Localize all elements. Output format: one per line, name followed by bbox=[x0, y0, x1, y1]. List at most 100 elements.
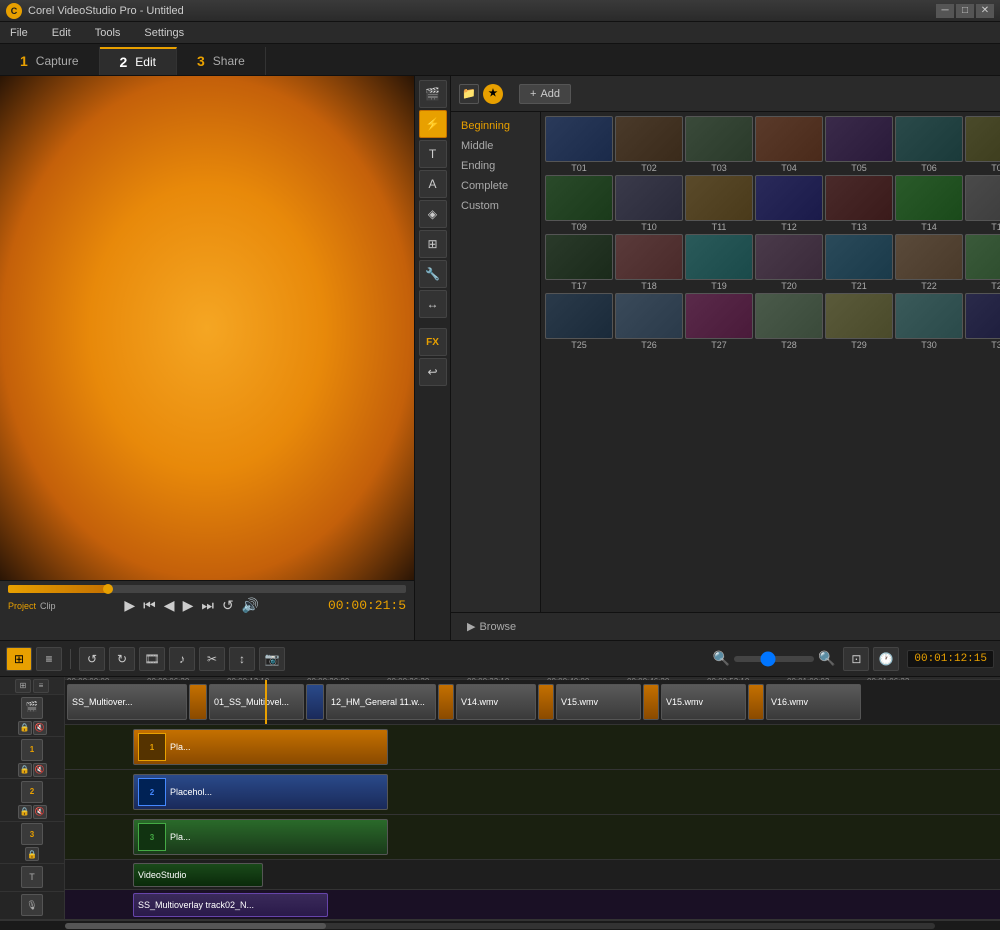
voice-clip[interactable]: SS_Multioverlay track02_N... bbox=[133, 893, 328, 917]
thumb-T03[interactable]: T03 bbox=[685, 116, 753, 173]
thumb-T01[interactable]: T01 bbox=[545, 116, 613, 173]
title-clip[interactable]: VideoStudio bbox=[133, 863, 263, 887]
tl-redo-btn[interactable]: ↻ bbox=[109, 647, 135, 671]
prev-frame-button[interactable]: ⏮ bbox=[141, 597, 158, 614]
tl-motion-btn[interactable]: ↕ bbox=[229, 647, 255, 671]
thumb-T18[interactable]: T18 bbox=[615, 234, 683, 291]
thumb-T19[interactable]: T19 bbox=[685, 234, 753, 291]
voice-track-icon[interactable]: 🎙 bbox=[21, 894, 43, 916]
thumb-T02[interactable]: T02 bbox=[615, 116, 683, 173]
thumb-T22[interactable]: T22 bbox=[895, 234, 963, 291]
thumb-T23[interactable]: T23 bbox=[965, 234, 1000, 291]
step-forward-button[interactable]: ▶ bbox=[181, 597, 196, 614]
thumb-T04[interactable]: T04 bbox=[755, 116, 823, 173]
tl-insert-btn[interactable]: 🎞 bbox=[139, 647, 165, 671]
thumb-T15[interactable]: T15 bbox=[965, 175, 1000, 232]
tool-effects[interactable]: ⊞ bbox=[419, 230, 447, 258]
tl-snapshot-btn[interactable]: 📷 bbox=[259, 647, 285, 671]
overlay3-icon[interactable]: 3 bbox=[21, 823, 43, 845]
thumb-T31[interactable]: T31 bbox=[965, 293, 1000, 350]
thumb-T30[interactable]: T30 bbox=[895, 293, 963, 350]
add-button[interactable]: + Add bbox=[519, 84, 571, 104]
volume-button[interactable]: 🔊 bbox=[240, 597, 261, 614]
overlay2-clip[interactable]: 2 Placehol... bbox=[133, 774, 388, 810]
tool-instant[interactable]: ⚡ bbox=[419, 110, 447, 138]
tl-audio-btn[interactable]: ♪ bbox=[169, 647, 195, 671]
thumb-T12[interactable]: T12 bbox=[755, 175, 823, 232]
tool-transitions[interactable]: ◈ bbox=[419, 200, 447, 228]
clip-mode-label[interactable]: Clip bbox=[40, 601, 56, 611]
clip-01-ss[interactable]: 01_SS_Multiovel... bbox=[209, 684, 304, 720]
title-track-icon[interactable]: T bbox=[21, 866, 43, 888]
transition-4[interactable] bbox=[538, 684, 554, 720]
transition-1[interactable] bbox=[189, 684, 207, 720]
transition-2[interactable] bbox=[306, 684, 324, 720]
thumb-T05[interactable]: T05 bbox=[825, 116, 893, 173]
zoom-out-icon[interactable]: 🔍 bbox=[713, 650, 730, 667]
thumb-T10[interactable]: T10 bbox=[615, 175, 683, 232]
transition-3[interactable] bbox=[438, 684, 454, 720]
overlay2-lock-icon[interactable]: 🔒 bbox=[18, 805, 32, 819]
overlay3-lock-icon[interactable]: 🔒 bbox=[25, 847, 39, 861]
cat-complete[interactable]: Complete bbox=[451, 176, 540, 196]
overlay2-icon[interactable]: 2 bbox=[21, 781, 43, 803]
menu-settings[interactable]: Settings bbox=[140, 25, 188, 41]
transition-5[interactable] bbox=[643, 684, 659, 720]
tab-capture[interactable]: 1 Capture bbox=[0, 47, 100, 75]
thumb-T27[interactable]: T27 bbox=[685, 293, 753, 350]
overlay1-lock-icon[interactable]: 🔒 bbox=[18, 763, 32, 777]
step-back-button[interactable]: ◀ bbox=[162, 597, 177, 614]
browse-button[interactable]: ▶ Browse bbox=[467, 620, 516, 633]
thumb-T09[interactable]: T09 bbox=[545, 175, 613, 232]
project-mode-label[interactable]: Project bbox=[8, 601, 36, 611]
transition-6[interactable] bbox=[748, 684, 764, 720]
tab-share[interactable]: 3 Share bbox=[177, 47, 266, 75]
window-controls[interactable]: ─ □ ✕ bbox=[936, 4, 994, 18]
overlay2-mute-icon[interactable]: 🔇 bbox=[33, 805, 47, 819]
minimize-button[interactable]: ─ bbox=[936, 4, 954, 18]
tl-trim-btn[interactable]: ✂ bbox=[199, 647, 225, 671]
overlay3-clip[interactable]: 3 Pla... bbox=[133, 819, 388, 855]
menu-file[interactable]: File bbox=[6, 25, 32, 41]
thumb-T17[interactable]: T17 bbox=[545, 234, 613, 291]
main-track-icon[interactable]: 🎬 bbox=[21, 697, 43, 719]
scrollbar-thumb[interactable] bbox=[65, 923, 326, 929]
tool-titles[interactable]: T bbox=[419, 140, 447, 168]
scrubber-thumb[interactable] bbox=[103, 584, 113, 594]
tl-undo-btn[interactable]: ↺ bbox=[79, 647, 105, 671]
maximize-button[interactable]: □ bbox=[956, 4, 974, 18]
lock-icon[interactable]: 🔒 bbox=[18, 721, 32, 735]
next-frame-button[interactable]: ⏭ bbox=[199, 597, 216, 614]
tab-edit[interactable]: 2 Edit bbox=[100, 47, 177, 75]
thumb-T21[interactable]: T21 bbox=[825, 234, 893, 291]
clip-v15b[interactable]: V15.wmv bbox=[661, 684, 746, 720]
clip-ss-multi[interactable]: SS_Multiover... bbox=[67, 684, 187, 720]
zoom-slider[interactable] bbox=[734, 656, 814, 662]
overlay1-mute-icon[interactable]: 🔇 bbox=[33, 763, 47, 777]
tool-graphics[interactable]: 🔧 bbox=[419, 260, 447, 288]
menu-tools[interactable]: Tools bbox=[91, 25, 125, 41]
thumb-T14[interactable]: T14 bbox=[895, 175, 963, 232]
clip-v14[interactable]: V14.wmv bbox=[456, 684, 536, 720]
play-button[interactable]: ▶ bbox=[122, 597, 137, 614]
clip-v15a[interactable]: V15.wmv bbox=[556, 684, 641, 720]
clip-12-hm[interactable]: 12_HM_General 11.w... bbox=[326, 684, 436, 720]
tool-motion[interactable]: ↔ bbox=[419, 290, 447, 318]
thumb-T11[interactable]: T11 bbox=[685, 175, 753, 232]
loop-button[interactable]: ↺ bbox=[220, 597, 236, 614]
scrubber-bar[interactable] bbox=[8, 585, 406, 593]
overlay1-clip[interactable]: 1 Pla... bbox=[133, 729, 388, 765]
cat-middle[interactable]: Middle bbox=[451, 136, 540, 156]
thumb-T20[interactable]: T20 bbox=[755, 234, 823, 291]
close-button[interactable]: ✕ bbox=[976, 4, 994, 18]
tl-timeline-btn[interactable]: ≡ bbox=[36, 647, 62, 671]
clip-v16[interactable]: V16.wmv bbox=[766, 684, 861, 720]
tl-clock-btn[interactable]: 🕐 bbox=[873, 647, 899, 671]
thumb-T07[interactable]: T07 bbox=[965, 116, 1000, 173]
horizontal-scrollbar[interactable] bbox=[0, 920, 1000, 930]
mute-icon[interactable]: 🔇 bbox=[33, 721, 47, 735]
cat-custom[interactable]: Custom bbox=[451, 196, 540, 216]
thumb-T25[interactable]: T25 bbox=[545, 293, 613, 350]
thumb-T26[interactable]: T26 bbox=[615, 293, 683, 350]
preview-video[interactable] bbox=[0, 76, 414, 580]
